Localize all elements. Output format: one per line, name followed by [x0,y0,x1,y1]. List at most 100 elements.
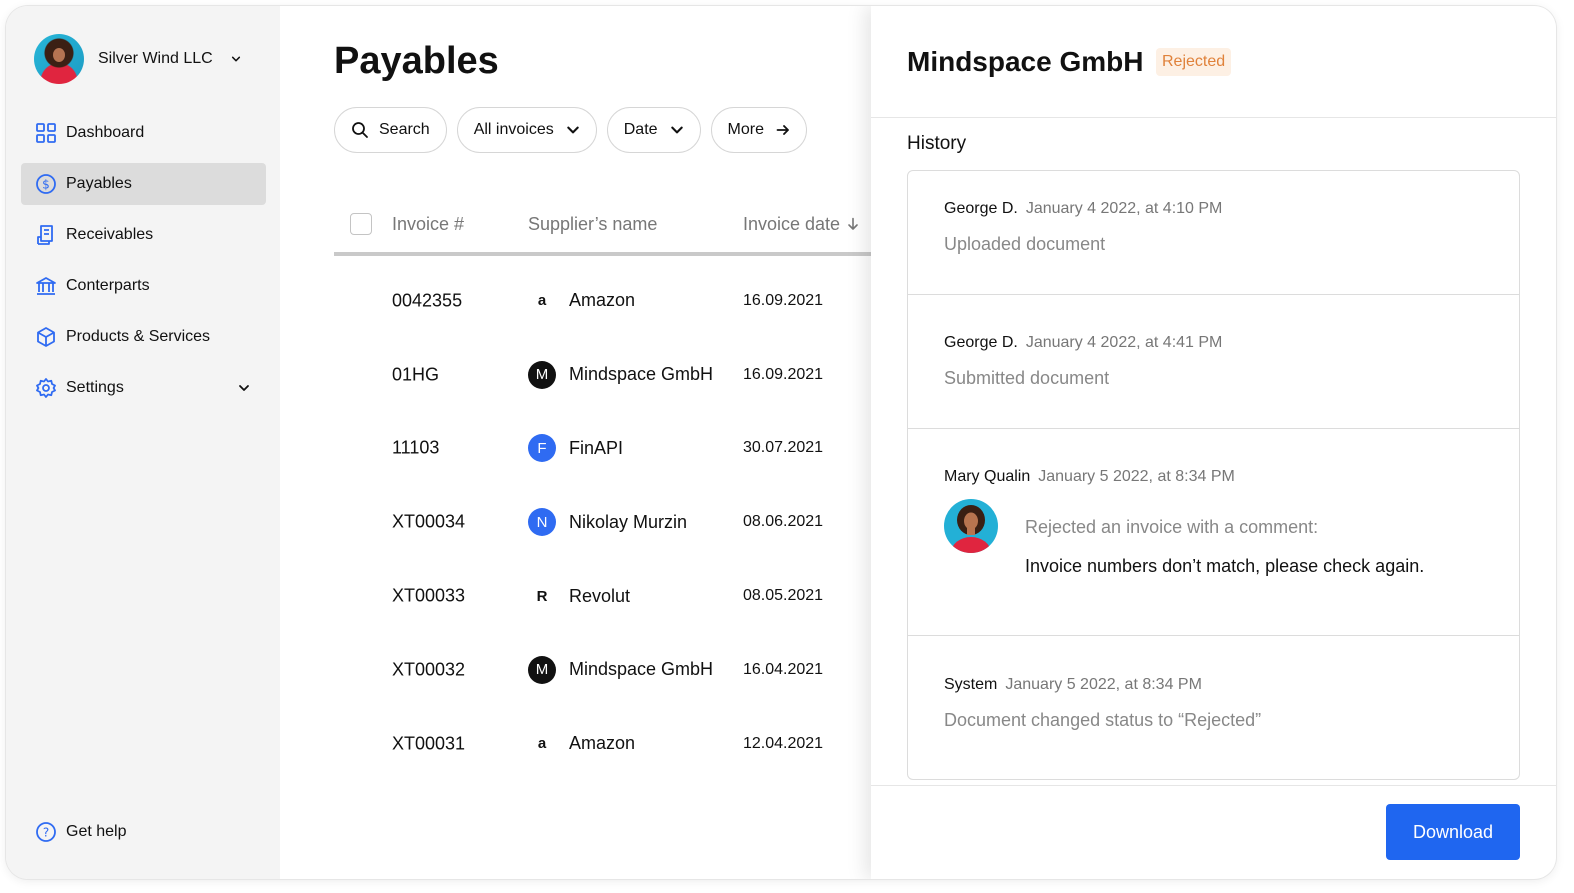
invoice-number: 11103 [392,437,440,458]
amazon-logo-icon: a [537,292,547,310]
mindspace-logo-icon: M [528,655,556,684]
invoice-number: XT00032 [392,659,466,680]
supplier-cell: a Amazon [528,730,635,758]
supplier-cell: F FinAPI [528,434,623,463]
org-switcher[interactable]: Silver Wind LLC [34,34,241,84]
sidebar-item-label: Conterparts [66,277,150,294]
sidebar-item-receivables[interactable]: Receivables [21,214,266,256]
box-icon [37,327,55,347]
history-action: Document changed status to “Rejected” [944,710,1262,730]
table-row[interactable]: XT00033 R Revolut 08.05.2021 [334,559,871,633]
search-button[interactable]: Search [334,107,447,153]
org-avatar [34,34,84,84]
invoice-date: 16.09.2021 [743,291,824,309]
history-timestamp: January 4 2022, at 4:41 PM [1025,334,1223,351]
invoice-date: 30.07.2021 [743,439,824,457]
history-author: George D. [944,200,1018,217]
get-help-link[interactable]: ? Get help [35,821,126,843]
history-timestamp: January 5 2022, at 8:34 PM [1005,676,1202,693]
app-window: Silver Wind LLC Dashboard $ Payables Rec… [6,6,1556,879]
panel-header: Mindspace GmbH Rejected [871,6,1556,118]
arrow-right-icon [776,125,789,135]
sidebar-item-payables[interactable]: $ Payables [21,163,266,205]
filter-bar: Search All invoices Date More [334,107,817,153]
supplier-cell: M Mindspace GmbH [528,360,713,389]
column-header-invoice-date[interactable]: Invoice date [743,214,860,235]
chevron-down-icon [239,385,249,391]
more-label: More [727,121,764,138]
invoice-date: 08.05.2021 [743,587,824,605]
more-filters-button[interactable]: More [710,107,807,153]
table-row[interactable]: XT00032 M Mindspace GmbH 16.04.2021 [334,633,871,707]
all-invoices-dropdown[interactable]: All invoices [456,107,597,153]
search-icon [352,122,368,138]
page-title: Payables [334,40,499,82]
chevron-down-icon [231,56,240,62]
table-row[interactable]: 11103 F FinAPI 30.07.2021 [334,412,871,486]
invoice-date: 08.06.2021 [743,513,824,531]
supplier-cell: R Revolut [528,582,630,610]
history-heading: History [907,133,967,154]
supplier-cell: a Amazon [528,287,635,315]
user-avatar [944,499,998,553]
invoice-date: 16.09.2021 [743,365,824,383]
history-action: Uploaded document [944,234,1106,254]
gear-icon [36,378,56,398]
invoice-detail-panel: Mindspace GmbH Rejected History George D… [871,6,1556,879]
svg-text:?: ? [43,826,49,840]
invoice-number: 01HG [392,364,440,385]
history-author: George D. [944,334,1018,351]
date-dropdown[interactable]: Date [606,107,701,153]
all-invoices-label: All invoices [473,121,554,138]
payables-main: Payables Search All invoices Date More I… [280,6,871,879]
download-button[interactable]: Download [1386,804,1520,860]
table-row[interactable]: 0042355 a Amazon 16.09.2021 [334,264,871,338]
sidebar-nav: Dashboard $ Payables Receivables Conterp… [21,112,266,418]
history-author: Mary Qualin [944,468,1031,485]
sidebar-item-settings[interactable]: Settings [21,367,266,409]
help-circle-icon: ? [36,822,56,842]
sidebar-item-label: Payables [66,175,132,192]
invoice-number: XT00031 [392,733,466,754]
sidebar-item-products-services[interactable]: Products & Services [21,316,266,358]
history-timestamp: January 5 2022, at 8:34 PM [1038,468,1235,485]
sidebar: Silver Wind LLC Dashboard $ Payables Rec… [6,6,280,879]
invoice-number: XT00033 [392,585,466,606]
sidebar-item-label: Products & Services [66,328,211,345]
invoice-number: XT00034 [392,511,466,532]
history-author: System [944,676,998,693]
finapi-logo-icon: F [528,434,556,463]
sidebar-item-label: Receivables [66,226,154,243]
invoice-number: 0042355 [392,290,463,311]
chevron-down-icon [567,126,579,134]
history-action: Rejected an invoice with a comment: [1025,517,1319,537]
bank-icon [36,277,56,295]
panel-footer: Download [871,785,1556,879]
column-header-supplier[interactable]: Supplier’s name [528,214,657,235]
invoice-date: 12.04.2021 [743,734,824,752]
history-list: George D. January 4 2022, at 4:10 PM Uplo… [907,170,1520,780]
table-row[interactable]: 01HG M Mindspace GmbH 16.09.2021 [334,338,871,412]
column-header-invoice[interactable]: Invoice # [392,214,464,235]
search-label: Search [379,121,430,138]
date-filter-label: Date [623,121,658,138]
table-row[interactable]: XT00034 N Nikolay Murzin 08.06.2021 [334,485,871,559]
revolut-logo-icon: R [536,587,548,605]
amazon-logo-icon: a [537,735,547,753]
sort-arrow-down-icon [848,217,858,230]
panel-title: Mindspace GmbH [907,46,1144,77]
sidebar-item-dashboard[interactable]: Dashboard [21,112,266,154]
history-timestamp: January 4 2022, at 4:10 PM [1025,200,1223,217]
history-entry: System January 5 2022, at 8:34 PM Documen… [908,636,1519,779]
receipt-icon [37,225,53,245]
org-name: Silver Wind LLC [98,50,213,67]
history-action: Submitted document [944,368,1110,388]
sidebar-item-conterparts[interactable]: Conterparts [21,265,266,307]
select-all-checkbox[interactable] [350,213,372,235]
sidebar-item-label: Dashboard [66,124,145,141]
svg-text:$: $ [42,178,50,192]
table-row[interactable]: XT00031 a Amazon 12.04.2021 [334,707,871,781]
table-header: Invoice # Supplier’s name Invoice date [334,192,871,256]
history-entry: George D. January 4 2022, at 4:41 PM Subm… [908,295,1519,429]
history-entry: George D. January 4 2022, at 4:10 PM Uplo… [908,171,1519,295]
